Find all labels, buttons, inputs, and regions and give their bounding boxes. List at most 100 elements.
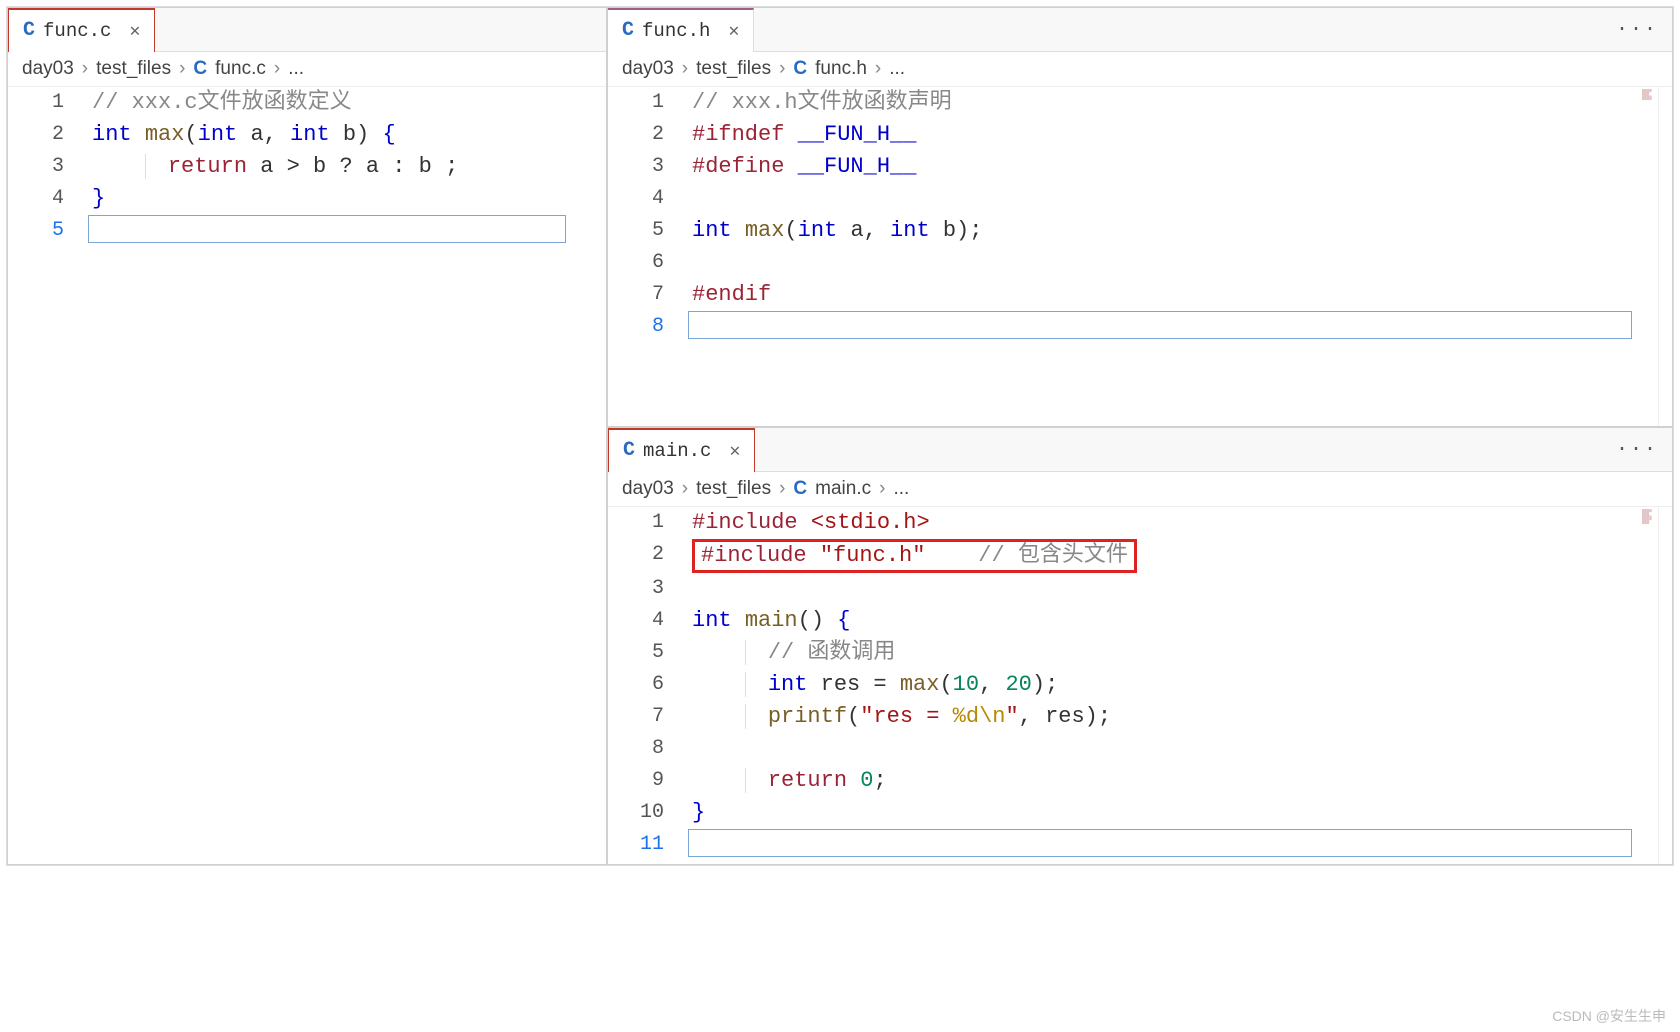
cursor-line[interactable] bbox=[688, 311, 1632, 339]
tab-main-c[interactable]: C main.c ✕ bbox=[608, 428, 755, 472]
code-content[interactable]: #endif bbox=[688, 279, 1672, 311]
code-line[interactable]: 1// xxx.c文件放函数定义 bbox=[8, 87, 606, 119]
code-content[interactable]: // xxx.c文件放函数定义 bbox=[88, 87, 606, 119]
code-line[interactable]: 1#include <stdio.h> bbox=[608, 507, 1672, 539]
token: } bbox=[692, 800, 705, 825]
tab-func-h[interactable]: C func.h ✕ bbox=[608, 8, 754, 52]
token: // xxx.c文件放函数定义 bbox=[92, 90, 352, 115]
code-content[interactable]: int max(int a, int b); bbox=[688, 215, 1672, 247]
token: ( bbox=[847, 704, 860, 729]
breadcrumb-segment[interactable]: ... bbox=[893, 478, 909, 500]
tab-func-c[interactable]: C func.c ✕ bbox=[8, 8, 155, 52]
breadcrumb-segment[interactable]: day03 bbox=[22, 58, 74, 80]
highlight-box: #include "func.h" // 包含头文件 bbox=[692, 539, 1137, 573]
token: __FUN_H__ bbox=[798, 122, 917, 147]
token: () bbox=[798, 608, 838, 633]
code-content[interactable]: int max(int a, int b) { bbox=[88, 119, 606, 151]
code-line[interactable]: 6 bbox=[608, 247, 1672, 279]
code-line[interactable]: 8 bbox=[608, 311, 1672, 343]
pane-func-c: C func.c ✕ day03›test_files›C func.c›...… bbox=[7, 7, 607, 865]
breadcrumb[interactable]: day03›test_files›C func.h›... bbox=[608, 52, 1672, 87]
token: int bbox=[290, 122, 343, 147]
code-line[interactable]: 2#ifndef __FUN_H__ bbox=[608, 119, 1672, 151]
breadcrumb-segment[interactable]: func.h bbox=[815, 58, 867, 80]
code-content[interactable]: } bbox=[88, 183, 606, 215]
breadcrumb-segment[interactable]: test_files bbox=[96, 58, 171, 80]
code-content[interactable]: int main() { bbox=[688, 605, 1672, 637]
code-line[interactable]: 9 return 0; bbox=[608, 765, 1672, 797]
close-icon[interactable]: ✕ bbox=[129, 20, 140, 42]
code-line[interactable]: 10} bbox=[608, 797, 1672, 829]
code-content[interactable]: } bbox=[688, 797, 1672, 829]
code-content[interactable]: // 函数调用 bbox=[688, 637, 1672, 669]
chevron-right-icon: › bbox=[779, 478, 785, 500]
token: __FUN_H__ bbox=[798, 154, 917, 179]
breadcrumb-segment[interactable]: test_files bbox=[696, 478, 771, 500]
code-line[interactable]: 11 bbox=[608, 829, 1672, 861]
tab-overflow-button[interactable]: ··· bbox=[1602, 18, 1672, 41]
code-content[interactable]: #include "func.h" // 包含头文件 bbox=[688, 539, 1672, 573]
c-file-icon: C bbox=[793, 478, 807, 500]
pane-main-c: C main.c ✕ ··· day03›test_files›C main.c… bbox=[607, 427, 1673, 865]
code-content[interactable]: #include <stdio.h> bbox=[688, 507, 1672, 539]
code-content[interactable]: return 0; bbox=[688, 765, 1672, 797]
tab-overflow-button[interactable]: ··· bbox=[1602, 438, 1672, 461]
code-line[interactable]: 7 printf("res = %d\n", res); bbox=[608, 701, 1672, 733]
breadcrumb-segment[interactable]: day03 bbox=[622, 58, 674, 80]
code-content[interactable]: // xxx.h文件放函数声明 bbox=[688, 87, 1672, 119]
breadcrumb-segment[interactable]: func.c bbox=[215, 58, 266, 80]
breadcrumb-segment[interactable]: ... bbox=[889, 58, 905, 80]
code-line[interactable]: 6 int res = max(10, 20); bbox=[608, 669, 1672, 701]
scrollbar[interactable] bbox=[1658, 87, 1672, 426]
code-line[interactable]: 2#include "func.h" // 包含头文件 bbox=[608, 539, 1672, 573]
token: 20 bbox=[1005, 672, 1031, 697]
code-line[interactable]: 5int max(int a, int b); bbox=[608, 215, 1672, 247]
code-line[interactable]: 2int max(int a, int b) { bbox=[8, 119, 606, 151]
token: int bbox=[92, 122, 145, 147]
code-line[interactable]: 3 return a > b ? a : b ; bbox=[8, 151, 606, 183]
tab-label: func.c bbox=[43, 20, 111, 42]
code-line[interactable]: 7#endif bbox=[608, 279, 1672, 311]
token: \n bbox=[979, 704, 1005, 729]
breadcrumb[interactable]: day03›test_files›C func.c›... bbox=[8, 52, 606, 87]
line-number: 1 bbox=[608, 87, 688, 119]
breadcrumb-segment[interactable]: day03 bbox=[622, 478, 674, 500]
chevron-right-icon: › bbox=[82, 58, 88, 80]
code-content[interactable]: printf("res = %d\n", res); bbox=[688, 701, 1672, 733]
line-number: 6 bbox=[608, 247, 688, 279]
close-icon[interactable]: ✕ bbox=[729, 440, 740, 462]
code-content[interactable]: int res = max(10, 20); bbox=[688, 669, 1672, 701]
code-line[interactable]: 3#define __FUN_H__ bbox=[608, 151, 1672, 183]
line-number: 5 bbox=[608, 637, 688, 669]
breadcrumb-segment[interactable]: main.c bbox=[815, 478, 871, 500]
breadcrumb-segment[interactable]: test_files bbox=[696, 58, 771, 80]
token: ( bbox=[784, 218, 797, 243]
code-line[interactable]: 5 bbox=[8, 215, 606, 247]
code-content[interactable]: #define __FUN_H__ bbox=[688, 151, 1672, 183]
code-content[interactable]: #ifndef __FUN_H__ bbox=[688, 119, 1672, 151]
cursor-line[interactable] bbox=[688, 829, 1632, 857]
code-line[interactable]: 4int main() { bbox=[608, 605, 1672, 637]
code-line[interactable]: 4} bbox=[8, 183, 606, 215]
line-number: 5 bbox=[608, 215, 688, 247]
scrollbar[interactable] bbox=[1658, 507, 1672, 864]
code-editor[interactable]: 1// xxx.c文件放函数定义2int max(int a, int b) {… bbox=[8, 87, 606, 864]
breadcrumb[interactable]: day03›test_files›C main.c›... bbox=[608, 472, 1672, 507]
code-line[interactable]: 3 bbox=[608, 573, 1672, 605]
editor-grid: C func.h ✕ ··· day03›test_files›C func.h… bbox=[6, 6, 1674, 866]
code-line[interactable]: 8 bbox=[608, 733, 1672, 765]
cursor-line[interactable] bbox=[88, 215, 566, 243]
line-number: 1 bbox=[8, 87, 88, 119]
code-editor[interactable]: ██████████████ 1#include <stdio.h>2#incl… bbox=[608, 507, 1672, 864]
line-number: 4 bbox=[8, 183, 88, 215]
token: #include bbox=[701, 543, 820, 568]
token: max bbox=[745, 218, 785, 243]
code-line[interactable]: 1// xxx.h文件放函数声明 bbox=[608, 87, 1672, 119]
token: ( bbox=[939, 672, 952, 697]
breadcrumb-segment[interactable]: ... bbox=[288, 58, 304, 80]
close-icon[interactable]: ✕ bbox=[728, 20, 739, 42]
code-line[interactable]: 4 bbox=[608, 183, 1672, 215]
code-content[interactable]: return a > b ? a : b ; bbox=[88, 151, 606, 183]
code-editor[interactable]: ███████████ 1// xxx.h文件放函数声明2#ifndef __F… bbox=[608, 87, 1672, 426]
code-line[interactable]: 5 // 函数调用 bbox=[608, 637, 1672, 669]
